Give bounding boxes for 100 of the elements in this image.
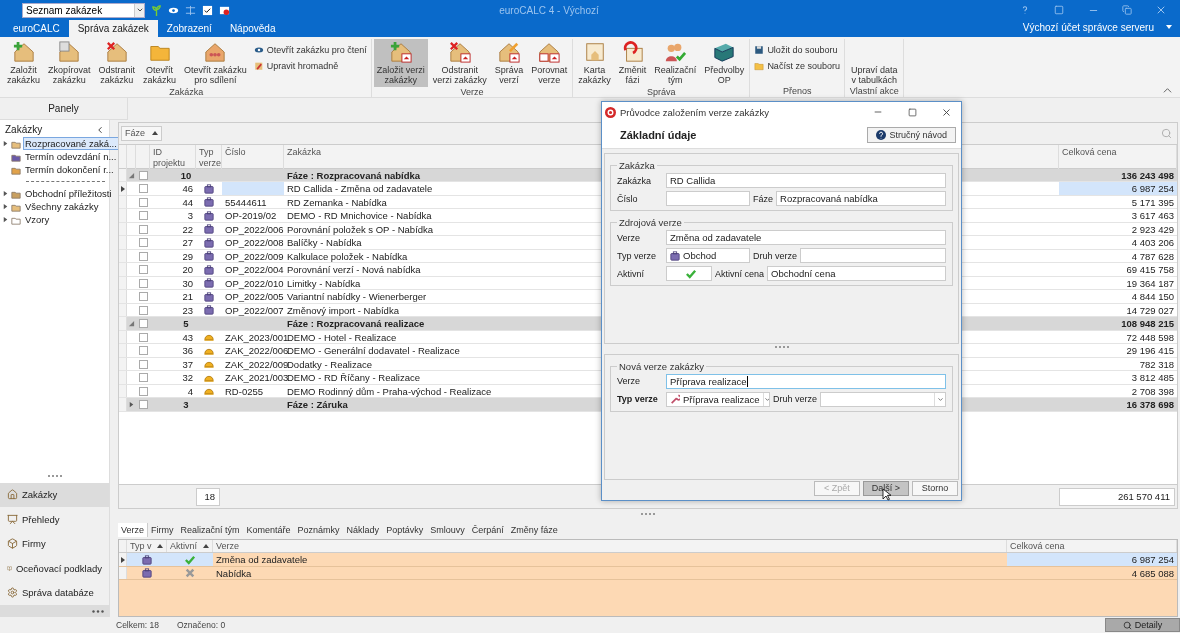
ribbon-button[interactable]: Předvolby OP bbox=[701, 39, 748, 87]
row-checkbox[interactable] bbox=[138, 265, 148, 275]
tree-item[interactable]: Všechny zakázky bbox=[23, 200, 101, 213]
expand-icon[interactable] bbox=[2, 140, 9, 147]
row-checkbox[interactable] bbox=[138, 305, 148, 315]
column-header[interactable]: Verze bbox=[213, 540, 1007, 553]
edit-icon bbox=[253, 61, 264, 71]
filter-chip[interactable]: Fáze bbox=[121, 125, 162, 141]
detail-tab[interactable]: Verze bbox=[118, 523, 148, 538]
input-field[interactable]: Příprava realizace bbox=[666, 373, 946, 389]
ribbon-button[interactable]: Založit zakázku bbox=[4, 39, 44, 87]
checkbox-icon[interactable] bbox=[202, 4, 213, 16]
nav-item[interactable]: Zakázky bbox=[0, 482, 109, 507]
sprout-icon[interactable] bbox=[151, 4, 162, 16]
column-header[interactable]: Celková cena bbox=[1007, 540, 1177, 553]
detail-tab[interactable]: Poptávky bbox=[383, 523, 428, 538]
ribbon-button[interactable]: Zkopírovat zakázku bbox=[45, 39, 94, 87]
ribbon-button[interactable]: Uložit do souboru bbox=[752, 44, 842, 56]
expand-icon[interactable] bbox=[2, 216, 9, 223]
text-field[interactable] bbox=[800, 248, 946, 264]
row-checkbox[interactable] bbox=[138, 373, 148, 383]
split-icon[interactable] bbox=[185, 4, 196, 16]
ribbon-button[interactable]: Odstranit zakázku bbox=[95, 39, 139, 87]
detail-tab[interactable]: Komentáře bbox=[243, 523, 295, 538]
ribbon-tab[interactable]: Správa zakázek bbox=[68, 20, 158, 37]
ribbon-button[interactable]: Realizační tým bbox=[651, 39, 700, 87]
ribbon-button[interactable]: Otevřít zakázku pro sdílení bbox=[181, 39, 250, 87]
collapse-panel-icon[interactable] bbox=[95, 124, 105, 135]
expand-icon[interactable] bbox=[2, 203, 9, 210]
row-checkbox[interactable] bbox=[138, 386, 148, 396]
record-icon[interactable] bbox=[219, 4, 230, 16]
row-checkbox[interactable] bbox=[138, 197, 148, 207]
details-button[interactable]: Detaily bbox=[1105, 618, 1180, 632]
ribbon-button[interactable]: Načíst ze souboru bbox=[752, 60, 842, 72]
ribbon-button[interactable]: Karta zakázky bbox=[575, 39, 614, 87]
tree-item[interactable]: Obchodní příležitosti bbox=[23, 187, 114, 200]
table-cell-text: Porovnání položek s OP - Nabídka bbox=[286, 222, 435, 236]
row-checkbox[interactable] bbox=[138, 292, 148, 302]
checkbox-field[interactable] bbox=[666, 266, 712, 282]
detail-tab[interactable]: Čerpání bbox=[468, 523, 508, 538]
row-checkbox[interactable] bbox=[138, 278, 148, 288]
row-checkbox[interactable] bbox=[138, 184, 148, 194]
text-field[interactable]: Obchodní cena bbox=[767, 266, 946, 282]
ribbon-button[interactable]: Správa verzí bbox=[491, 39, 527, 87]
rotate-icon bbox=[621, 41, 644, 63]
tree-item[interactable]: Rozpracované zaká... bbox=[23, 137, 119, 150]
detail-tab[interactable]: Změny fáze bbox=[507, 523, 562, 538]
dialog-button[interactable]: Další > bbox=[863, 480, 909, 496]
account-menu[interactable]: Výchozí účet správce serveru bbox=[1022, 21, 1166, 36]
ribbon-tab[interactable]: euroCALC bbox=[4, 20, 69, 37]
dropdown-field[interactable]: Příprava realizace bbox=[666, 391, 770, 407]
ribbon-button[interactable]: Otevřít zakázku bbox=[140, 39, 180, 87]
tree-item[interactable]: Termín dokončení r... bbox=[23, 163, 116, 176]
row-indicator[interactable] bbox=[119, 553, 127, 566]
ribbon-tab[interactable]: Zobrazení bbox=[157, 20, 221, 37]
text-field[interactable]: RD Callida bbox=[666, 173, 946, 189]
row-checkbox[interactable] bbox=[138, 346, 148, 356]
tree-item[interactable]: Vzory bbox=[23, 213, 52, 226]
ribbon-button[interactable]: Otevřít zakázku pro čtení bbox=[251, 44, 369, 56]
caret-icon[interactable] bbox=[1166, 25, 1172, 29]
row-checkbox[interactable] bbox=[138, 251, 148, 261]
ribbon-button[interactable]: Založit verzi zakázky bbox=[373, 39, 428, 87]
ribbon-button[interactable]: Porovnat verze bbox=[528, 39, 571, 87]
row-checkbox[interactable] bbox=[138, 400, 148, 410]
more-icon[interactable] bbox=[92, 609, 104, 613]
search-icon[interactable] bbox=[1161, 127, 1172, 139]
ribbon-tab[interactable]: Nápověda bbox=[220, 20, 285, 37]
expand-icon[interactable] bbox=[2, 190, 9, 197]
help-button[interactable]: Stručný návod bbox=[867, 127, 956, 144]
ribbon-button[interactable]: Změnit fázi bbox=[615, 39, 650, 87]
dropdown-field[interactable] bbox=[820, 391, 946, 407]
detail-tab[interactable]: Smlouvy bbox=[427, 523, 469, 538]
row-checkbox[interactable] bbox=[138, 211, 148, 221]
row-checkbox[interactable] bbox=[138, 170, 148, 180]
text-field[interactable]: Rozpracovaná nabídka bbox=[776, 191, 946, 207]
row-checkbox[interactable] bbox=[138, 319, 148, 329]
text-field[interactable]: Obchod bbox=[666, 248, 750, 264]
ribbon-button[interactable]: Odstranit verzi zakázky bbox=[429, 39, 490, 87]
field-label: Aktivní cena bbox=[715, 268, 765, 279]
row-checkbox[interactable] bbox=[138, 238, 148, 248]
row-indicator[interactable] bbox=[119, 182, 127, 195]
detail-tab[interactable]: Firmy bbox=[148, 523, 178, 538]
view-selector[interactable]: Seznam zakázek bbox=[22, 2, 145, 18]
dialog-button[interactable]: Storno bbox=[912, 480, 958, 496]
ribbon-button[interactable]: Upravit hromadně bbox=[251, 60, 369, 72]
text-field[interactable]: Změna od zadavatele bbox=[666, 230, 946, 246]
expand-icon[interactable] bbox=[128, 401, 135, 409]
column-header[interactable]: Typ v bbox=[127, 540, 167, 553]
row-checkbox[interactable] bbox=[138, 332, 148, 342]
collapse-icon[interactable] bbox=[128, 320, 135, 328]
column-header[interactable]: Aktivní bbox=[167, 540, 213, 553]
row-checkbox[interactable] bbox=[138, 224, 148, 234]
text-field[interactable] bbox=[666, 191, 750, 207]
detail-tab[interactable]: Realizační tým bbox=[177, 523, 244, 538]
collapse-ribbon-icon[interactable] bbox=[1163, 86, 1172, 95]
ribbon-button[interactable]: Upraví data v tabulkách bbox=[846, 39, 902, 86]
detail-tab[interactable]: Poznámky bbox=[294, 523, 344, 538]
row-checkbox[interactable] bbox=[138, 359, 148, 369]
tree-item[interactable]: Termín odevzdání n... bbox=[23, 150, 119, 163]
detail-tab[interactable]: Náklady bbox=[343, 523, 384, 538]
